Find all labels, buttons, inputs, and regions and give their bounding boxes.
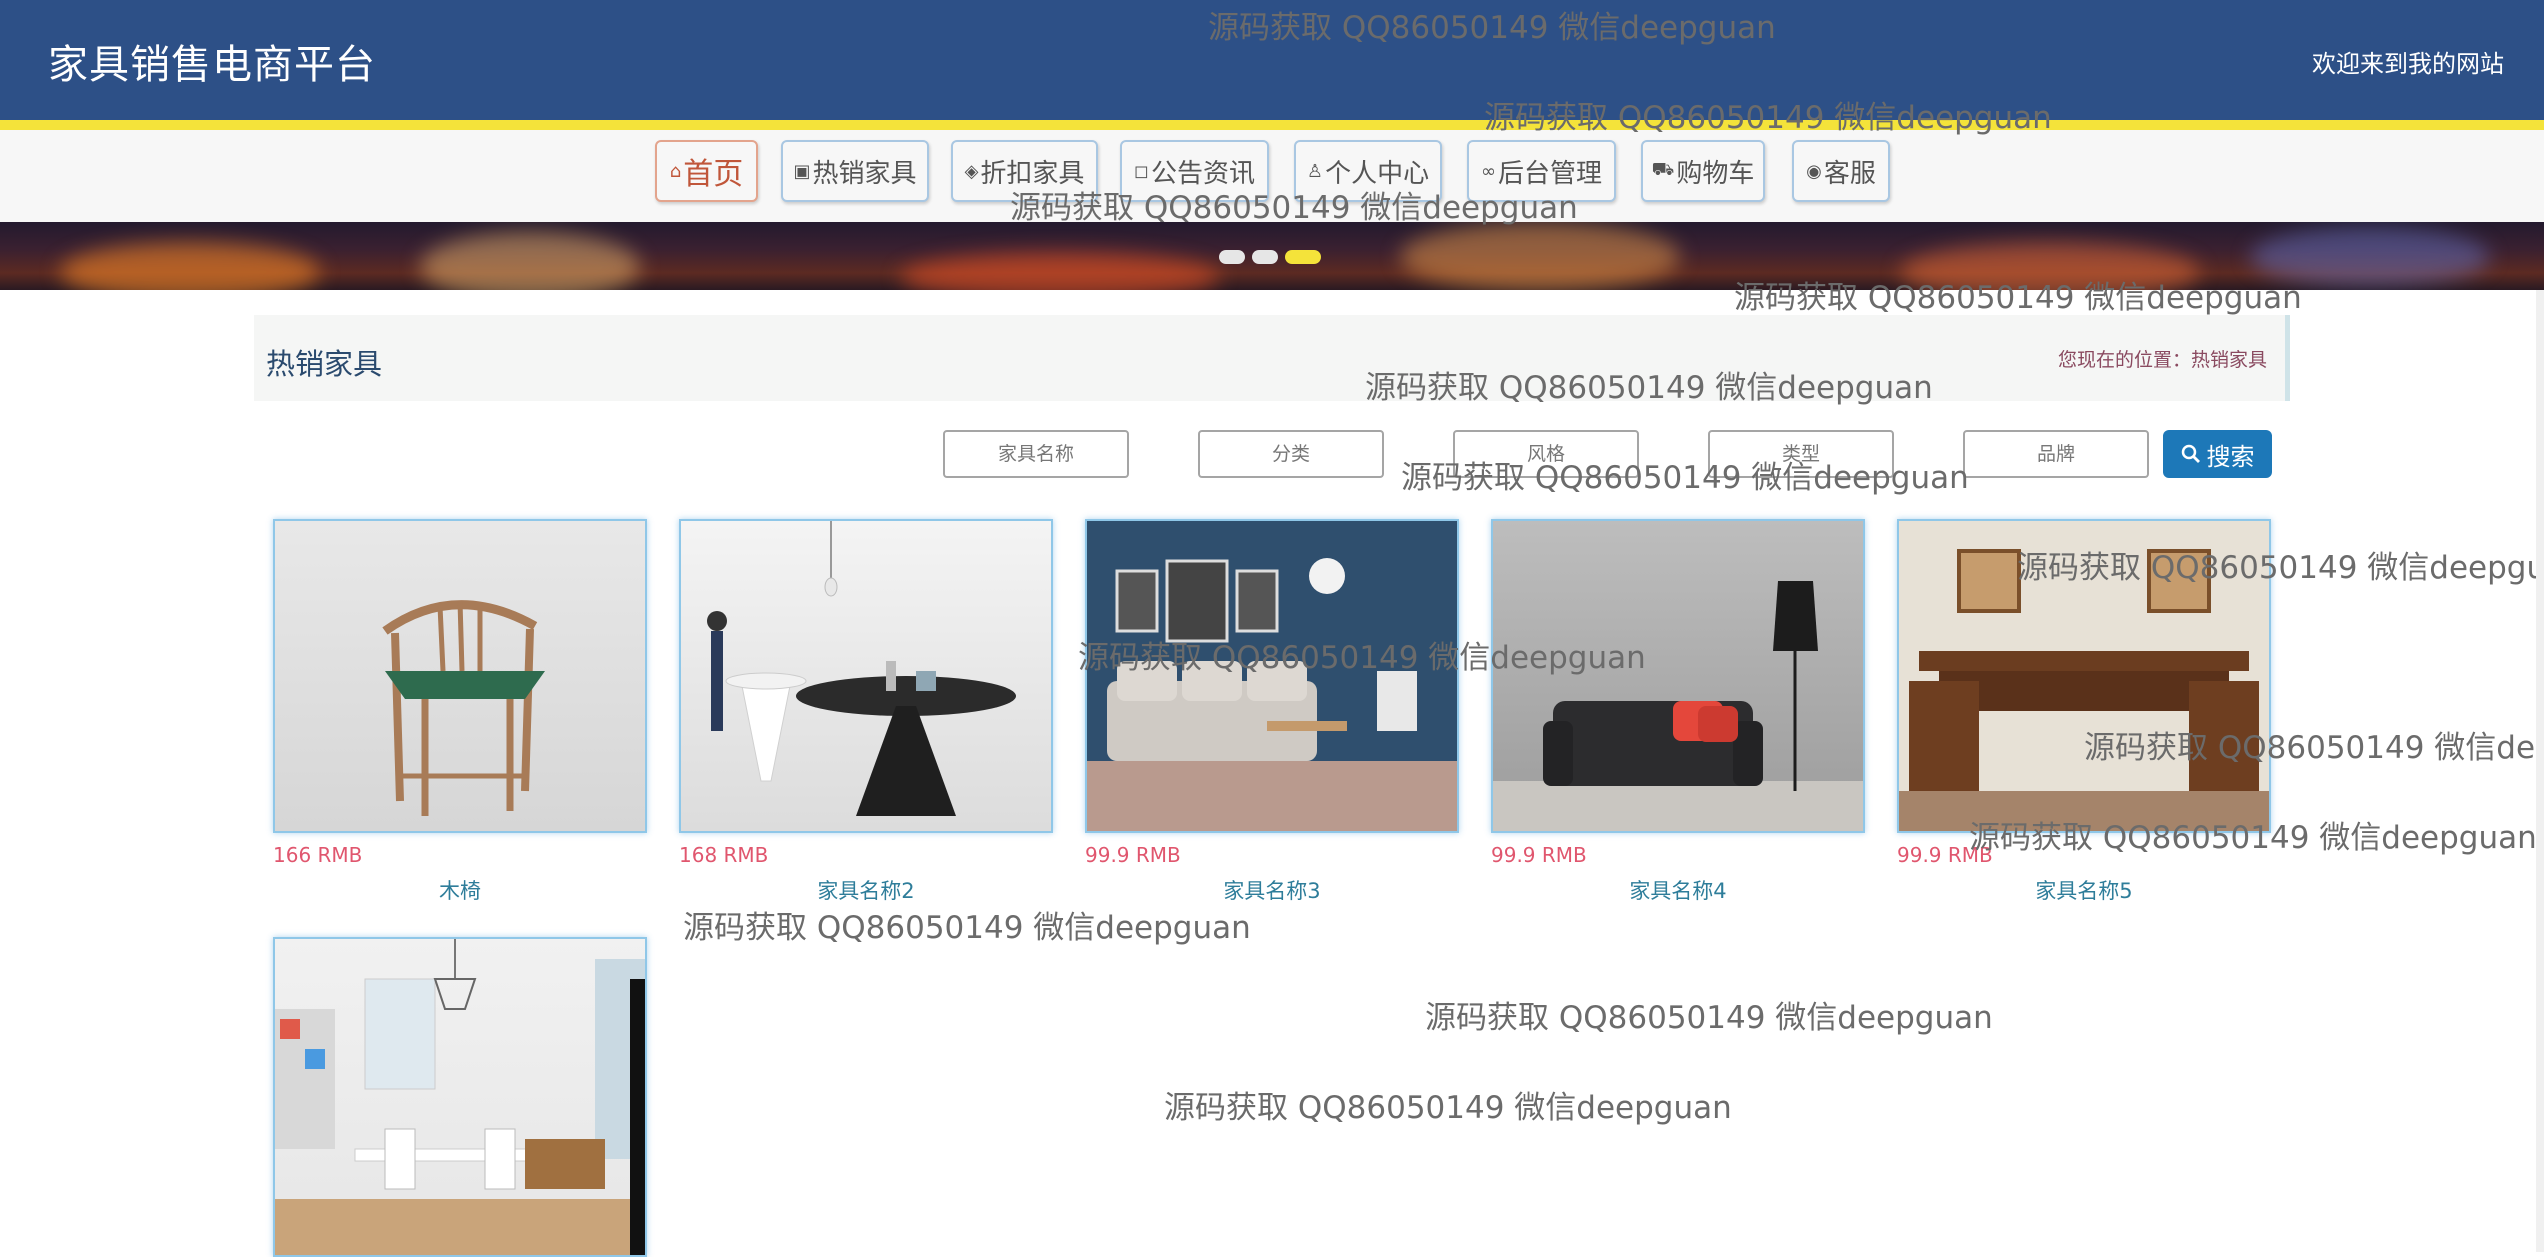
- product-card[interactable]: 99.9 RMB 家具名称3: [1085, 519, 1459, 905]
- search-name-input[interactable]: 家具名称: [943, 430, 1129, 478]
- nav-label: 购物车: [1676, 158, 1755, 189]
- link-icon: ∞: [1480, 160, 1496, 182]
- nav-label: 热销家具: [812, 158, 917, 189]
- watermark-text: 源码获取 QQ86050149 微信deepguan: [1734, 280, 2302, 316]
- watermark-text: 源码获取 QQ86050149 微信deepguan: [1078, 640, 1646, 676]
- gift-icon: ▣: [793, 160, 811, 182]
- nav-label: 客服: [1823, 158, 1876, 189]
- nav-home[interactable]: ⌂ 首页: [655, 140, 758, 202]
- watermark-text: 源码获取 QQ86050149 微信deepguan: [2084, 730, 2544, 766]
- product-price: 99.9 RMB: [1491, 843, 1587, 867]
- product-image-dining[interactable]: [273, 937, 647, 1257]
- product-name[interactable]: 家具名称3: [1085, 875, 1459, 905]
- product-name[interactable]: 家具名称4: [1491, 875, 1865, 905]
- watermark-text: 源码获取 QQ86050149 微信deepguan: [1401, 460, 1969, 496]
- site-title[interactable]: 家具销售电商平台: [48, 32, 376, 90]
- watermark-text: 源码获取 QQ86050149 微信deepguan: [1208, 10, 1776, 46]
- location-text: 您现在的位置：热销家具: [2057, 349, 2267, 371]
- product-image-table[interactable]: [679, 519, 1053, 833]
- product-price: 166 RMB: [273, 843, 363, 867]
- breadcrumb: 热销家具 您现在的位置：热销家具: [254, 315, 2290, 401]
- nav-customer-service[interactable]: ◉ 客服: [1792, 140, 1890, 202]
- home-icon: ⌂: [669, 160, 682, 182]
- chat-icon: ◉: [1806, 160, 1822, 182]
- nav-label: 首页: [683, 157, 744, 192]
- product-card[interactable]: 168 RMB 家具名称2: [679, 519, 1053, 905]
- watermark-text: 源码获取 QQ86050149 微信deepguan: [1425, 1000, 1993, 1036]
- product-name[interactable]: 家具名称2: [679, 875, 1053, 905]
- note-icon: ◻: [1134, 160, 1149, 182]
- product-price: 99.9 RMB: [1085, 843, 1181, 867]
- scrollbar[interactable]: [2536, 290, 2544, 1252]
- watermark-text: 源码获取 QQ86050149 微信deepguan: [683, 910, 1251, 946]
- carousel-dot-1[interactable]: [1219, 250, 1245, 264]
- product-name[interactable]: 家具名称5: [1897, 875, 2271, 905]
- product-card[interactable]: [273, 937, 647, 1257]
- watermark-text: 源码获取 QQ86050149 微信deepguan: [2017, 550, 2544, 586]
- search-icon: [2181, 444, 2200, 463]
- carousel-dot-3[interactable]: [1285, 250, 1321, 264]
- watermark-text: 源码获取 QQ86050149 微信deepguan: [1365, 370, 1933, 406]
- product-image-chair[interactable]: [273, 519, 647, 833]
- search-button[interactable]: 搜索: [2163, 430, 2272, 478]
- user-icon: ♙: [1306, 160, 1324, 182]
- welcome-text: 欢迎来到我的网站: [2312, 50, 2504, 78]
- product-name[interactable]: 木椅: [273, 875, 647, 905]
- layers-icon: ◈: [964, 160, 979, 182]
- cart-icon: ⛟: [1651, 159, 1675, 180]
- search-button-label: 搜索: [2206, 442, 2255, 471]
- nav-hot-furniture[interactable]: ▣ 热销家具: [781, 140, 929, 202]
- product-price: 168 RMB: [679, 843, 769, 867]
- nav-cart[interactable]: ⛟ 购物车: [1641, 140, 1765, 202]
- search-category-input[interactable]: 分类: [1198, 430, 1384, 478]
- watermark-text: 源码获取 QQ86050149 微信deepguan: [1484, 100, 2052, 136]
- watermark-text: 源码获取 QQ86050149 微信deepguan: [1010, 190, 1578, 226]
- carousel-dot-2[interactable]: [1252, 250, 1278, 264]
- product-card[interactable]: 166 RMB 木椅: [273, 519, 647, 905]
- search-brand-input[interactable]: 品牌: [1963, 430, 2149, 478]
- product-card[interactable]: 99.9 RMB 家具名称4: [1491, 519, 1865, 905]
- section-title: 热销家具: [266, 347, 383, 381]
- watermark-text: 源码获取 QQ86050149 微信deepguan: [1969, 820, 2537, 856]
- watermark-text: 源码获取 QQ86050149 微信deepguan: [1164, 1090, 1732, 1126]
